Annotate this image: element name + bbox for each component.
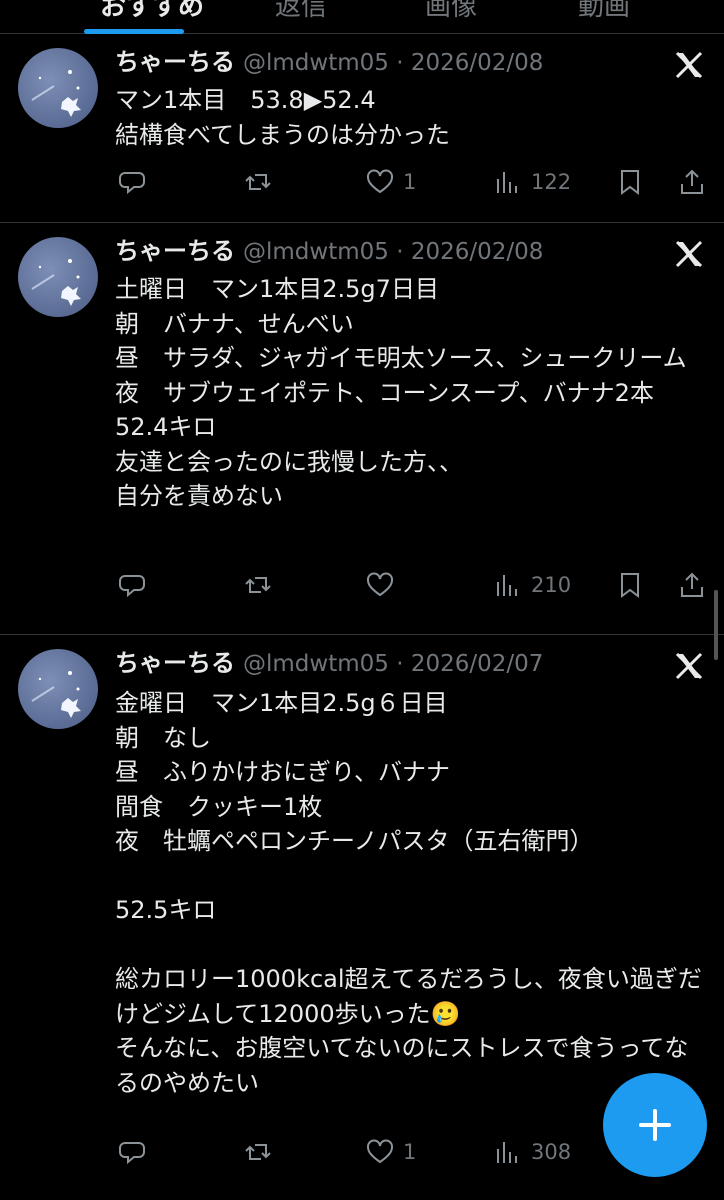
- repost-button[interactable]: [243, 565, 281, 605]
- post-meta: @lmdwtm05 · 2026/02/08: [243, 50, 544, 76]
- display-name[interactable]: ちゃーちる: [115, 48, 235, 76]
- share-button[interactable]: [677, 565, 707, 605]
- post-actions: 1 122: [115, 162, 714, 202]
- views-icon: [497, 1142, 517, 1163]
- like-icon: [367, 572, 393, 597]
- top-tab-bar: おすすめ 返信 画像 動画: [0, 0, 724, 34]
- post-header: ちゃーちる @lmdwtm05 · 2026/02/08: [115, 233, 724, 269]
- like-count: 1: [403, 1140, 417, 1164]
- repost-button[interactable]: [243, 1132, 281, 1172]
- tab-replies[interactable]: 返信: [275, 0, 327, 23]
- reply-button[interactable]: [117, 565, 155, 605]
- like-button[interactable]: 1: [365, 1132, 416, 1172]
- display-name[interactable]: ちゃーちる: [115, 237, 235, 265]
- view-count: 210: [531, 573, 572, 597]
- post-text: マン1本目 53.8▶52.4 結構食べてしまうのは分かった: [115, 86, 451, 149]
- reply-icon: [119, 575, 145, 598]
- share-icon: [681, 572, 703, 597]
- scrollbar[interactable]: [714, 590, 718, 660]
- views-icon: [497, 172, 517, 193]
- x-logo-icon[interactable]: [674, 50, 704, 80]
- post[interactable]: ちゃーちる @lmdwtm05 · 2026/02/08 土曜日 マン1本目2.5…: [0, 223, 724, 635]
- repost-button[interactable]: [243, 162, 281, 202]
- like-button[interactable]: 1: [365, 162, 416, 202]
- compose-button[interactable]: [603, 1073, 707, 1177]
- tab-recommended[interactable]: おすすめ: [100, 0, 204, 23]
- avatar[interactable]: [18, 48, 98, 128]
- share-icon: [681, 169, 703, 194]
- like-icon: [367, 169, 393, 194]
- bookmark-icon: [621, 170, 639, 195]
- view-count: 308: [531, 1140, 572, 1164]
- repost-icon: [245, 577, 271, 593]
- like-button[interactable]: [365, 565, 403, 605]
- display-name[interactable]: ちゃーちる: [115, 649, 235, 677]
- avatar[interactable]: [18, 237, 98, 317]
- tab-video[interactable]: 動画: [578, 0, 630, 23]
- x-logo-icon[interactable]: [674, 651, 704, 681]
- post-text: 土曜日 マン1本目2.5g7日目 朝 バナナ、せんべい 昼 サラダ、ジャガイモ明…: [115, 275, 687, 510]
- post-meta: @lmdwtm05 · 2026/02/08: [243, 239, 544, 265]
- reply-icon: [119, 172, 145, 195]
- compose-plus-icon: [639, 1109, 671, 1141]
- views-button[interactable]: 122: [493, 162, 571, 202]
- tab-media[interactable]: 画像: [425, 0, 477, 23]
- like-count: 1: [403, 170, 417, 194]
- bookmark-button[interactable]: [615, 565, 645, 605]
- reply-icon: [119, 1142, 145, 1165]
- share-button[interactable]: [677, 162, 707, 202]
- like-icon: [367, 1139, 393, 1164]
- view-count: 122: [531, 170, 572, 194]
- reply-button[interactable]: [117, 1132, 155, 1172]
- post-text: 金曜日 マン1本目2.5g６日目 朝 なし 昼 ふりかけおにぎり、バナナ 間食 …: [115, 689, 702, 1097]
- repost-icon: [245, 1144, 271, 1160]
- repost-icon: [245, 174, 271, 190]
- avatar[interactable]: [18, 649, 98, 729]
- x-logo-icon[interactable]: [674, 239, 704, 269]
- post-header: ちゃーちる @lmdwtm05 · 2026/02/07: [115, 645, 724, 681]
- post-actions: 210: [115, 565, 714, 605]
- views-button[interactable]: 308: [493, 1132, 571, 1172]
- views-icon: [497, 575, 517, 596]
- timeline-feed: ちゃーちる @lmdwtm05 · 2026/02/08 マン1本目 53.8▶5…: [0, 34, 724, 1200]
- post[interactable]: ちゃーちる @lmdwtm05 · 2026/02/08 マン1本目 53.8▶5…: [0, 34, 724, 223]
- post-header: ちゃーちる @lmdwtm05 · 2026/02/08: [115, 44, 724, 80]
- post-meta: @lmdwtm05 · 2026/02/07: [243, 651, 544, 677]
- views-button[interactable]: 210: [493, 565, 571, 605]
- bookmark-button[interactable]: [615, 162, 645, 202]
- reply-button[interactable]: [117, 162, 155, 202]
- bookmark-icon: [621, 573, 639, 598]
